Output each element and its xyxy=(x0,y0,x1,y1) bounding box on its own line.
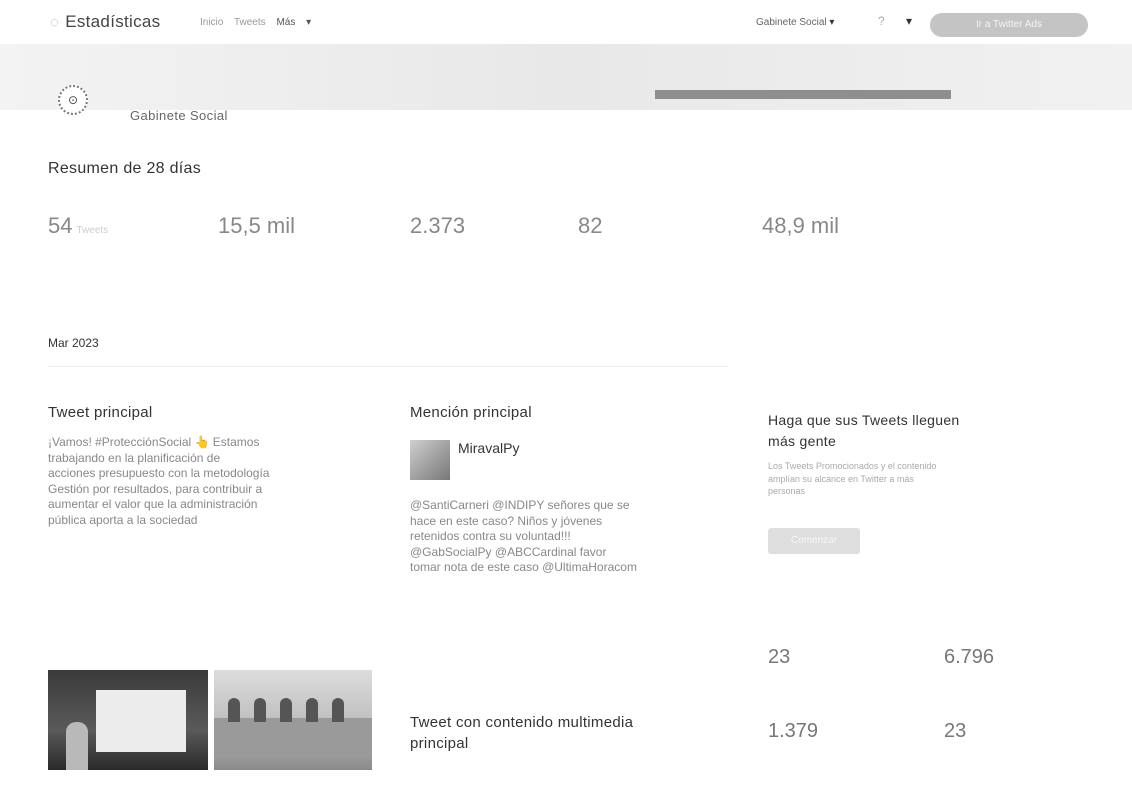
mention-avatar[interactable] xyxy=(410,440,450,480)
person-figure xyxy=(228,698,240,722)
promote-button[interactable]: Comenzar xyxy=(768,528,860,554)
twitter-ads-button[interactable]: Ir a Twitter Ads xyxy=(930,13,1088,37)
brand-label: Estadísticas xyxy=(65,12,161,31)
top-mention-text[interactable]: @SantiCarneri @INDIPY señores que se hac… xyxy=(410,498,730,576)
stat-followers: 48,9 mil xyxy=(762,213,839,239)
top-tweet-title: Tweet principal xyxy=(48,404,358,421)
tweet-line: trabajando en la planificación de xyxy=(48,450,221,465)
top-media-title-line: principal xyxy=(410,733,740,754)
top-nav: ◌ Estadísticas Inicio Tweets Más ▾ Gabine… xyxy=(0,0,1132,44)
promo-desc-line: personas xyxy=(768,486,806,496)
banner-bar xyxy=(655,90,951,99)
nav-link-inicio[interactable]: Inicio xyxy=(200,17,223,28)
nav-link-tweets[interactable]: Tweets xyxy=(234,17,266,28)
tweet-image-1[interactable] xyxy=(48,670,208,770)
mention-name[interactable]: MiravalPy xyxy=(458,440,519,456)
person-figure xyxy=(306,698,318,722)
divider xyxy=(48,366,728,367)
top-media-title-text: principal xyxy=(410,735,469,752)
stat-value: 2.373 xyxy=(410,213,466,238)
top-media-title-line: Tweet con contenido multimedia xyxy=(410,714,634,731)
month-label: Mar 2023 xyxy=(48,336,99,350)
top-mention-card: Mención principal xyxy=(410,404,730,421)
stat-impressions: 15,5 mil xyxy=(218,213,295,239)
month-header: Mar 2023 xyxy=(48,336,99,350)
tweet-line: retenidos contra su voluntad!!! xyxy=(410,529,571,543)
tweet-line: aumentar el valor que la administración xyxy=(48,497,258,511)
stat-value: 54 xyxy=(48,213,73,238)
stat-tweets: 54 Tweets xyxy=(48,213,108,239)
tweet-line: acciones presupuesto con la metodología xyxy=(48,466,270,480)
projection-screen xyxy=(96,690,186,752)
nav-links: Inicio Tweets Más ▾ xyxy=(200,17,327,28)
top-tweet-text[interactable]: ¡Vamos! #ProtecciónSocial 👆 Estamos trab… xyxy=(48,435,358,528)
tweet-line: tomar nota de este caso @UltimaHoracom xyxy=(410,560,637,574)
help-icon[interactable]: ? xyxy=(878,14,885,28)
brand[interactable]: ◌ Estadísticas xyxy=(50,12,160,32)
tweet-line: hace en este caso? Niños y jóvenes xyxy=(410,513,603,528)
promo-title: Haga que sus Tweets lleguen más gente xyxy=(768,410,1068,452)
chevron-down-icon: ▾ xyxy=(306,17,312,28)
avatar[interactable]: ⊙ xyxy=(58,85,88,115)
analytics-icon: ◌ xyxy=(50,14,60,31)
promo-stat-value: 23 xyxy=(944,720,967,742)
profile-banner xyxy=(0,44,1132,110)
stat-profile-visits: 2.373 xyxy=(410,213,465,239)
summary-title: Resumen de 28 días xyxy=(48,160,201,178)
top-tweet-title-text: Tweet principal xyxy=(48,404,153,421)
promo-stat-value: 6.796 xyxy=(944,646,995,668)
promo-desc-line: Los Tweets Promocionados y el contenido xyxy=(768,461,937,471)
person-figure xyxy=(66,722,88,770)
promo-description: Los Tweets Promocionados y el contenido … xyxy=(768,460,1038,498)
tweet-image-2[interactable] xyxy=(214,670,372,770)
account-switcher[interactable]: Gabinete Social ▾ xyxy=(756,17,834,28)
tweet-line: ¡Vamos! #ProtecciónSocial 👆 Estamos xyxy=(48,435,260,449)
settings-chevron-down-icon[interactable]: ▾ xyxy=(906,14,912,28)
person-figure xyxy=(332,698,344,722)
nav-more-label: Más xyxy=(276,17,296,28)
top-mention-title-text: Mención principal xyxy=(410,404,532,421)
tweet-line: @SantiCarneri @INDIPY señores que se xyxy=(410,498,630,512)
stat-value: 82 xyxy=(578,213,603,238)
tweet-line: pública aporta a la sociedad xyxy=(48,512,198,527)
promo-stat-value: 1.379 xyxy=(768,720,819,742)
chevron-down-icon: ▾ xyxy=(829,17,835,28)
stat-unit: Tweets xyxy=(76,225,109,236)
account-switcher-label: Gabinete Social xyxy=(756,17,827,28)
stat-mentions: 82 xyxy=(578,213,602,239)
person-figure xyxy=(254,698,266,722)
top-media-title: Tweet con contenido multimedia principal xyxy=(410,712,740,754)
meeting-table xyxy=(214,718,372,758)
promo-desc-line: amplían su alcance en Twitter a más xyxy=(768,473,914,484)
promo-title-line: más gente xyxy=(768,433,837,449)
tweet-line: @GabSocialPy @ABCCardinal favor xyxy=(410,544,607,559)
promo-title-line: Haga que sus Tweets lleguen xyxy=(768,412,960,428)
account-name: Gabinete Social xyxy=(130,108,228,123)
promo-stat-value: 23 xyxy=(768,646,791,668)
nav-link-more[interactable]: Más ▾ xyxy=(276,17,319,28)
stat-value: 15,5 mil xyxy=(218,213,296,238)
summary-title-text: Resumen de 28 días xyxy=(48,160,202,177)
stat-value: 48,9 mil xyxy=(762,213,840,238)
tweet-line: Gestión por resultados, para contribuir … xyxy=(48,481,263,496)
person-figure xyxy=(280,698,292,722)
top-tweet-card: Tweet principal ¡Vamos! #ProtecciónSocia… xyxy=(48,404,358,528)
top-mention-title: Mención principal xyxy=(410,404,730,421)
